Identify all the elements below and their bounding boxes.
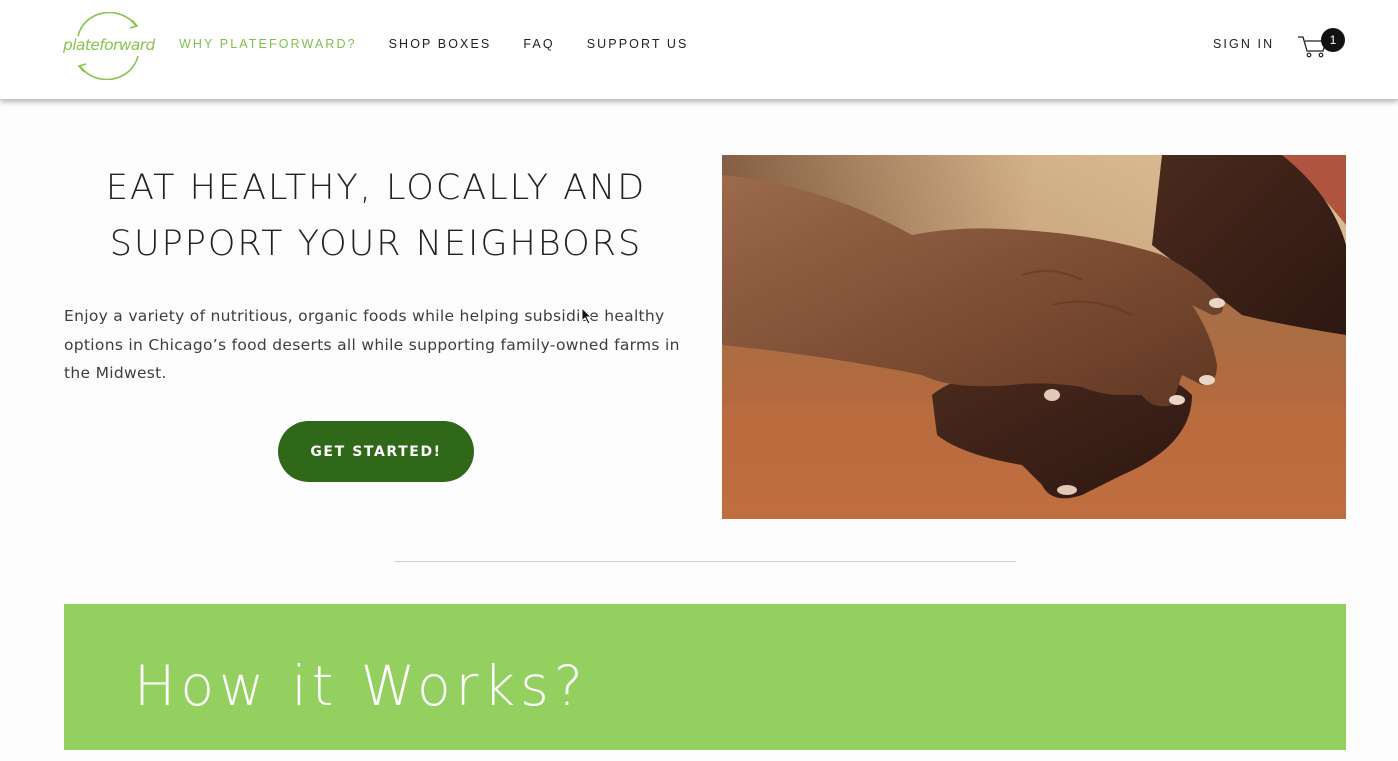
how-it-works-banner: How it Works? <box>64 604 1346 750</box>
hero-title: EAT HEALTHY, LOCALLY AND SUPPORT YOUR NE… <box>64 160 688 272</box>
how-it-works-title: How it Works? <box>134 654 588 718</box>
section-divider <box>394 561 1016 562</box>
logo-text: plateforward <box>63 36 155 54</box>
nav-faq[interactable]: FAQ <box>523 37 554 51</box>
plateforward-logo[interactable]: plateforward <box>62 12 158 80</box>
hero-title-line-2: SUPPORT YOUR NEIGHBORS <box>109 224 643 264</box>
nav-support-us[interactable]: SUPPORT US <box>587 37 689 51</box>
nav-why-plateforward[interactable]: WHY PLATEFORWARD? <box>179 37 357 51</box>
get-started-button[interactable]: GET STARTED! <box>278 421 474 482</box>
site-header: plateforward WHY PLATEFORWARD? SHOP BOXE… <box>0 0 1398 100</box>
mouse-cursor-icon <box>581 307 593 325</box>
cart-count-badge: 1 <box>1321 28 1345 52</box>
nav-shop-boxes[interactable]: SHOP BOXES <box>389 37 492 51</box>
hero-title-line-1: EAT HEALTHY, LOCALLY AND <box>105 168 647 208</box>
sign-in-link[interactable]: SIGN IN <box>1213 37 1274 51</box>
cart-button[interactable]: 1 <box>1297 28 1347 60</box>
holding-hands-photo <box>722 155 1346 519</box>
main-nav: WHY PLATEFORWARD? SHOP BOXES FAQ SUPPORT… <box>179 37 689 51</box>
hero-image-holding-hands <box>722 155 1346 519</box>
